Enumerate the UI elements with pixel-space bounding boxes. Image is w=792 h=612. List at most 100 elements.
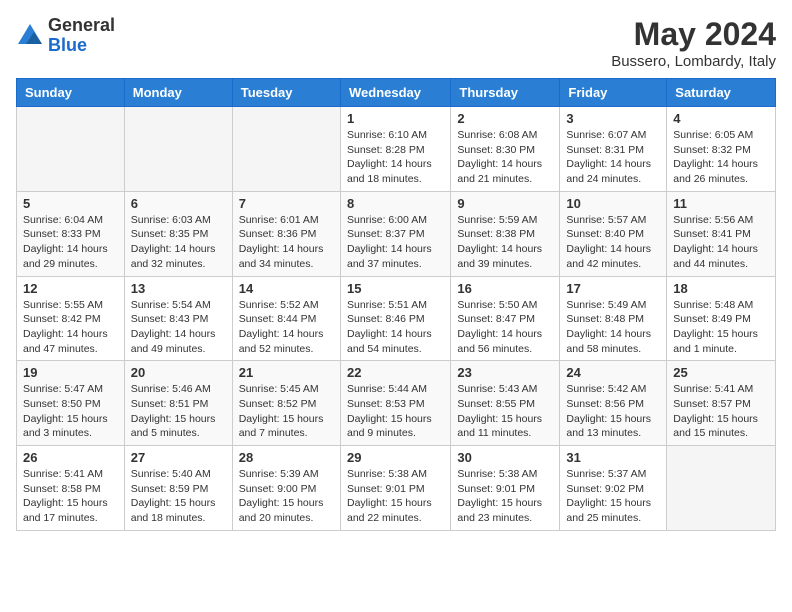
day-number: 20: [131, 365, 226, 380]
day-number: 13: [131, 281, 226, 296]
day-number: 25: [673, 365, 769, 380]
header-monday: Monday: [124, 79, 232, 107]
day-info: Sunrise: 5:48 AMSunset: 8:49 PMDaylight:…: [673, 298, 769, 357]
day-number: 11: [673, 196, 769, 211]
day-number: 1: [347, 111, 444, 126]
day-info: Sunrise: 5:46 AMSunset: 8:51 PMDaylight:…: [131, 382, 226, 441]
calendar-cell-w2-d4: 16 Sunrise: 5:50 AMSunset: 8:47 PMDayligh…: [451, 276, 560, 361]
logo-text: General Blue: [48, 16, 115, 56]
header-thursday: Thursday: [451, 79, 560, 107]
calendar-cell-w2-d2: 14Sunrise: 5:52 AMSunset: 8:44 PMDayligh…: [232, 276, 340, 361]
calendar-cell-w3-d6: 25 Sunrise: 5:41 AMSunset: 8:57 PMDayligh…: [667, 361, 776, 446]
day-number: 26: [23, 450, 118, 465]
logo: General Blue: [16, 16, 115, 56]
day-info: Sunrise: 5:43 AMSunset: 8:55 PMDaylight:…: [457, 382, 553, 441]
day-number: 9: [457, 196, 553, 211]
calendar-cell-w4-d3: 29Sunrise: 5:38 AMSunset: 9:01 PMDayligh…: [340, 446, 450, 531]
day-info: Sunrise: 5:54 AMSunset: 8:43 PMDaylight:…: [131, 298, 226, 357]
calendar-cell-w2-d0: 12 Sunrise: 5:55 AMSunset: 8:42 PMDayligh…: [17, 276, 125, 361]
day-number: 27: [131, 450, 226, 465]
day-number: 4: [673, 111, 769, 126]
day-number: 17: [566, 281, 660, 296]
location: Bussero, Lombardy, Italy: [611, 53, 776, 70]
calendar-cell-w0-d3: 1 Sunrise: 6:10 AMSunset: 8:28 PMDaylight…: [340, 107, 450, 192]
day-number: 8: [347, 196, 444, 211]
calendar-cell-w2-d1: 13 Sunrise: 5:54 AMSunset: 8:43 PMDayligh…: [124, 276, 232, 361]
day-number: 14: [239, 281, 334, 296]
calendar: Sunday Monday Tuesday Wednesday Thursday…: [16, 78, 776, 531]
day-number: 15: [347, 281, 444, 296]
day-info: Sunrise: 6:10 AMSunset: 8:28 PMDaylight:…: [347, 128, 444, 187]
calendar-cell-w2-d6: 18Sunrise: 5:48 AMSunset: 8:49 PMDayligh…: [667, 276, 776, 361]
calendar-cell-w3-d0: 19 Sunrise: 5:47 AMSunset: 8:50 PMDayligh…: [17, 361, 125, 446]
page-header: General Blue May 2024 Bussero, Lombardy,…: [16, 16, 776, 70]
day-number: 2: [457, 111, 553, 126]
calendar-cell-w0-d1: [124, 107, 232, 192]
calendar-cell-w0-d2: [232, 107, 340, 192]
day-info: Sunrise: 5:41 AMSunset: 8:57 PMDaylight:…: [673, 382, 769, 441]
day-info: Sunrise: 5:57 AMSunset: 8:40 PMDaylight:…: [566, 213, 660, 272]
calendar-cell-w2-d5: 17 Sunrise: 5:49 AMSunset: 8:48 PMDayligh…: [560, 276, 667, 361]
day-info: Sunrise: 6:07 AMSunset: 8:31 PMDaylight:…: [566, 128, 660, 187]
header-tuesday: Tuesday: [232, 79, 340, 107]
week-row-3: 19 Sunrise: 5:47 AMSunset: 8:50 PMDayligh…: [17, 361, 776, 446]
calendar-cell-w4-d1: 27Sunrise: 5:40 AMSunset: 8:59 PMDayligh…: [124, 446, 232, 531]
calendar-cell-w4-d5: 31Sunrise: 5:37 AMSunset: 9:02 PMDayligh…: [560, 446, 667, 531]
day-info: Sunrise: 5:44 AMSunset: 8:53 PMDaylight:…: [347, 382, 444, 441]
logo-icon: [16, 22, 44, 50]
day-number: 3: [566, 111, 660, 126]
calendar-cell-w4-d4: 30 Sunrise: 5:38 AMSunset: 9:01 PMDayligh…: [451, 446, 560, 531]
calendar-cell-w0-d4: 2Sunrise: 6:08 AMSunset: 8:30 PMDaylight…: [451, 107, 560, 192]
day-number: 5: [23, 196, 118, 211]
day-info: Sunrise: 5:41 AMSunset: 8:58 PMDaylight:…: [23, 467, 118, 526]
day-number: 21: [239, 365, 334, 380]
calendar-cell-w1-d6: 11 Sunrise: 5:56 AMSunset: 8:41 PMDayligh…: [667, 191, 776, 276]
calendar-cell-w0-d0: [17, 107, 125, 192]
calendar-cell-w1-d5: 10 Sunrise: 5:57 AMSunset: 8:40 PMDayligh…: [560, 191, 667, 276]
month-title: May 2024: [611, 16, 776, 53]
week-row-2: 12 Sunrise: 5:55 AMSunset: 8:42 PMDayligh…: [17, 276, 776, 361]
day-info: Sunrise: 6:05 AMSunset: 8:32 PMDaylight:…: [673, 128, 769, 187]
day-info: Sunrise: 5:47 AMSunset: 8:50 PMDaylight:…: [23, 382, 118, 441]
calendar-cell-w4-d6: [667, 446, 776, 531]
day-info: Sunrise: 5:56 AMSunset: 8:41 PMDaylight:…: [673, 213, 769, 272]
calendar-cell-w0-d6: 4 Sunrise: 6:05 AMSunset: 8:32 PMDaylight…: [667, 107, 776, 192]
calendar-cell-w1-d4: 9 Sunrise: 5:59 AMSunset: 8:38 PMDaylight…: [451, 191, 560, 276]
header-wednesday: Wednesday: [340, 79, 450, 107]
day-info: Sunrise: 5:51 AMSunset: 8:46 PMDaylight:…: [347, 298, 444, 357]
day-info: Sunrise: 5:38 AMSunset: 9:01 PMDaylight:…: [457, 467, 553, 526]
calendar-cell-w3-d1: 20 Sunrise: 5:46 AMSunset: 8:51 PMDayligh…: [124, 361, 232, 446]
day-number: 29: [347, 450, 444, 465]
calendar-cell-w3-d2: 21Sunrise: 5:45 AMSunset: 8:52 PMDayligh…: [232, 361, 340, 446]
day-info: Sunrise: 5:55 AMSunset: 8:42 PMDaylight:…: [23, 298, 118, 357]
day-number: 10: [566, 196, 660, 211]
title-area: May 2024 Bussero, Lombardy, Italy: [611, 16, 776, 70]
calendar-cell-w3-d3: 22 Sunrise: 5:44 AMSunset: 8:53 PMDayligh…: [340, 361, 450, 446]
header-friday: Friday: [560, 79, 667, 107]
day-info: Sunrise: 5:50 AMSunset: 8:47 PMDaylight:…: [457, 298, 553, 357]
day-number: 12: [23, 281, 118, 296]
day-info: Sunrise: 5:59 AMSunset: 8:38 PMDaylight:…: [457, 213, 553, 272]
day-info: Sunrise: 6:00 AMSunset: 8:37 PMDaylight:…: [347, 213, 444, 272]
calendar-cell-w1-d1: 6 Sunrise: 6:03 AMSunset: 8:35 PMDaylight…: [124, 191, 232, 276]
day-number: 22: [347, 365, 444, 380]
day-number: 16: [457, 281, 553, 296]
day-info: Sunrise: 6:01 AMSunset: 8:36 PMDaylight:…: [239, 213, 334, 272]
week-row-0: 1 Sunrise: 6:10 AMSunset: 8:28 PMDaylight…: [17, 107, 776, 192]
day-number: 28: [239, 450, 334, 465]
week-row-1: 5Sunrise: 6:04 AMSunset: 8:33 PMDaylight…: [17, 191, 776, 276]
day-number: 23: [457, 365, 553, 380]
calendar-cell-w1-d3: 8 Sunrise: 6:00 AMSunset: 8:37 PMDaylight…: [340, 191, 450, 276]
day-number: 30: [457, 450, 553, 465]
day-info: Sunrise: 5:49 AMSunset: 8:48 PMDaylight:…: [566, 298, 660, 357]
day-number: 19: [23, 365, 118, 380]
calendar-cell-w3-d5: 24Sunrise: 5:42 AMSunset: 8:56 PMDayligh…: [560, 361, 667, 446]
day-number: 31: [566, 450, 660, 465]
calendar-cell-w3-d4: 23 Sunrise: 5:43 AMSunset: 8:55 PMDayligh…: [451, 361, 560, 446]
week-row-4: 26 Sunrise: 5:41 AMSunset: 8:58 PMDayligh…: [17, 446, 776, 531]
day-number: 7: [239, 196, 334, 211]
day-info: Sunrise: 6:03 AMSunset: 8:35 PMDaylight:…: [131, 213, 226, 272]
day-number: 6: [131, 196, 226, 211]
calendar-cell-w0-d5: 3 Sunrise: 6:07 AMSunset: 8:31 PMDaylight…: [560, 107, 667, 192]
day-info: Sunrise: 5:39 AMSunset: 9:00 PMDaylight:…: [239, 467, 334, 526]
